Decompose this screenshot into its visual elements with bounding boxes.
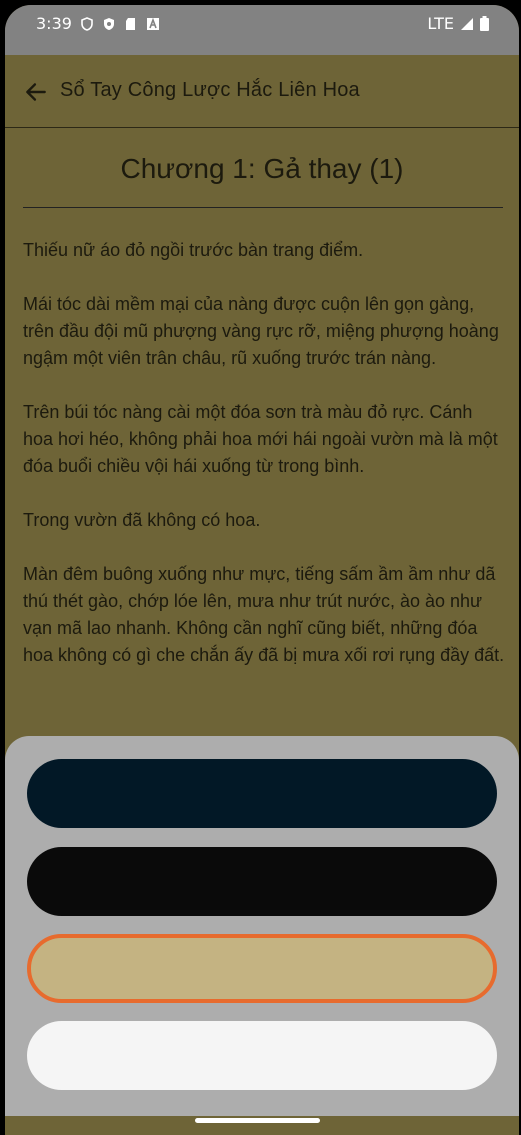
app-bar: Sổ Tay Công Lược Hắc Liên Hoa <box>5 55 519 128</box>
status-network: LTE <box>427 14 454 33</box>
battery-icon <box>480 16 489 31</box>
status-bar: 3:39 LTE <box>5 5 519 55</box>
status-time: 3:39 <box>36 14 72 33</box>
theme-sepia-button[interactable] <box>27 934 497 1003</box>
paragraph: Màn đêm buông xuống như mực, tiếng sấm ầ… <box>23 564 505 665</box>
theme-white-button[interactable] <box>27 1021 497 1090</box>
book-title: Sổ Tay Công Lược Hắc Liên Hoa <box>60 79 360 101</box>
shield-icon <box>81 16 93 31</box>
paragraph: Mái tóc dài mềm mại của nàng được cuộn l… <box>23 294 499 368</box>
paragraph: Thiếu nữ áo đỏ ngồi trước bàn trang điểm… <box>23 240 364 260</box>
arrow-back-icon[interactable] <box>23 79 49 105</box>
chapter-content: Thiếu nữ áo đỏ ngồi trước bàn trang điểm… <box>23 237 505 696</box>
theme-black-button[interactable] <box>27 847 497 916</box>
paragraph: Trong vườn đã không có hoa. <box>23 510 261 530</box>
sd-card-icon <box>125 17 135 30</box>
title-divider <box>23 207 503 208</box>
reader-screen: 3:39 LTE Sổ Tay Công Lược Hắc Liên Hoa C… <box>5 5 519 1135</box>
paragraph: Trên búi tóc nàng cài một đóa sơn trà mà… <box>23 402 498 476</box>
home-indicator[interactable] <box>195 1118 320 1123</box>
theme-dark-navy-button[interactable] <box>27 759 497 828</box>
signal-icon <box>461 17 473 30</box>
font-a-icon <box>146 17 159 30</box>
shield-filled-icon <box>103 17 114 30</box>
chapter-title: Chương 1: Gả thay (1) <box>120 153 404 184</box>
theme-bottom-sheet <box>5 736 519 1116</box>
